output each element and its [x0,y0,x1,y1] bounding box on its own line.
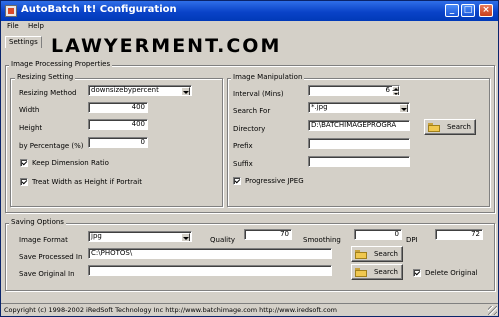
smoothing-label: Smoothing [303,236,341,244]
progressive-jpeg-label: Progressive JPEG [245,177,304,185]
menu-bar: File Help [1,21,498,33]
width-field[interactable]: 400 [88,102,148,113]
search-for-select[interactable]: *.jpg [308,102,410,113]
resizing-title: Resizing Setting [15,73,76,81]
suffix-field[interactable] [308,156,410,167]
portrait-checkbox[interactable] [20,178,28,186]
resizing-method-select[interactable]: downsizebypercent [88,85,192,96]
portrait-label: Treat Width as Height if Portrait [32,178,142,186]
delete-original-label: Delete Original [425,269,478,277]
original-search-label: Search [373,268,398,276]
search-for-value: *.jpg [311,103,328,111]
processed-search-button[interactable]: Search [351,246,403,262]
saving-title: Saving Options [9,218,66,226]
save-processed-field[interactable]: C:\PHOTOS\ [88,248,332,259]
close-button[interactable]: × [479,4,493,17]
spin-down-icon[interactable] [392,91,399,95]
percentage-label: by Percentage (%) [19,142,84,150]
keep-ratio-checkbox[interactable] [20,159,28,167]
save-original-field[interactable] [88,265,332,276]
directory-label: Directory [233,125,266,133]
directory-search-button[interactable]: Search [424,119,476,135]
prefix-label: Prefix [233,142,253,150]
chevron-down-icon[interactable] [181,87,190,95]
chevron-down-icon[interactable] [181,233,190,241]
directory-field[interactable]: D:\BATCHIMAGEPROGRA [308,120,410,131]
keep-ratio-label: Keep Dimension Ratio [32,159,109,167]
smoothing-field[interactable]: 0 [354,229,402,240]
width-label: Width [19,106,40,114]
manipulation-title: Image Manipulation [231,73,305,81]
image-processing-title: Image Processing Properties [9,60,113,68]
original-search-button[interactable]: Search [351,264,403,280]
height-field[interactable]: 400 [88,119,148,130]
chevron-down-icon[interactable] [399,104,408,112]
suffix-label: Suffix [233,160,253,168]
dpi-field[interactable]: 72 [435,229,483,240]
delete-original-checkbox[interactable] [413,269,421,277]
interval-value: 6 [385,86,390,94]
resizing-method-label: Resizing Method [19,89,77,97]
watermark-text: LAWYERMENT.COM [51,35,282,57]
folder-icon [355,268,367,277]
processed-search-label: Search [373,250,398,258]
resizing-method-value: downsizebypercent [91,86,159,94]
quality-label: Quality [210,236,236,244]
prefix-field[interactable] [308,138,410,149]
copyright-text: Copyright (c) 1998-2002 iRedSoft Technol… [4,306,338,314]
folder-icon [428,123,440,132]
interval-label: Interval (Mins) [233,90,284,98]
directory-search-label: Search [446,123,471,131]
search-for-label: Search For [233,107,271,115]
spinner-arrows[interactable] [392,86,399,95]
resize-grip-icon[interactable] [488,306,497,315]
config-window: AutoBatch It! Configuration _ □ × File H… [0,0,499,317]
minimize-button[interactable]: _ [445,4,459,17]
folder-icon [355,250,367,259]
app-icon [5,5,17,17]
tab-settings[interactable]: Settings [5,36,42,48]
save-processed-label: Save Processed In [19,253,83,261]
height-label: Height [19,124,43,132]
menu-file[interactable]: File [7,22,19,30]
menu-help[interactable]: Help [28,22,44,30]
save-original-label: Save Original In [19,270,75,278]
window-title: AutoBatch It! Configuration [21,4,177,15]
title-bar[interactable]: AutoBatch It! Configuration _ □ × [1,1,498,21]
image-format-value: jpg [91,232,102,240]
status-bar: Copyright (c) 1998-2002 iRedSoft Technol… [1,303,498,316]
image-format-select[interactable]: jpg [88,231,192,242]
dpi-label: DPI [406,236,418,244]
percentage-field[interactable]: 0 [88,137,148,148]
quality-field[interactable]: 70 [244,229,292,240]
image-format-label: Image Format [19,236,68,244]
progressive-jpeg-checkbox[interactable] [233,177,241,185]
maximize-button[interactable]: □ [461,4,475,17]
interval-spinner[interactable]: 6 [308,85,400,96]
